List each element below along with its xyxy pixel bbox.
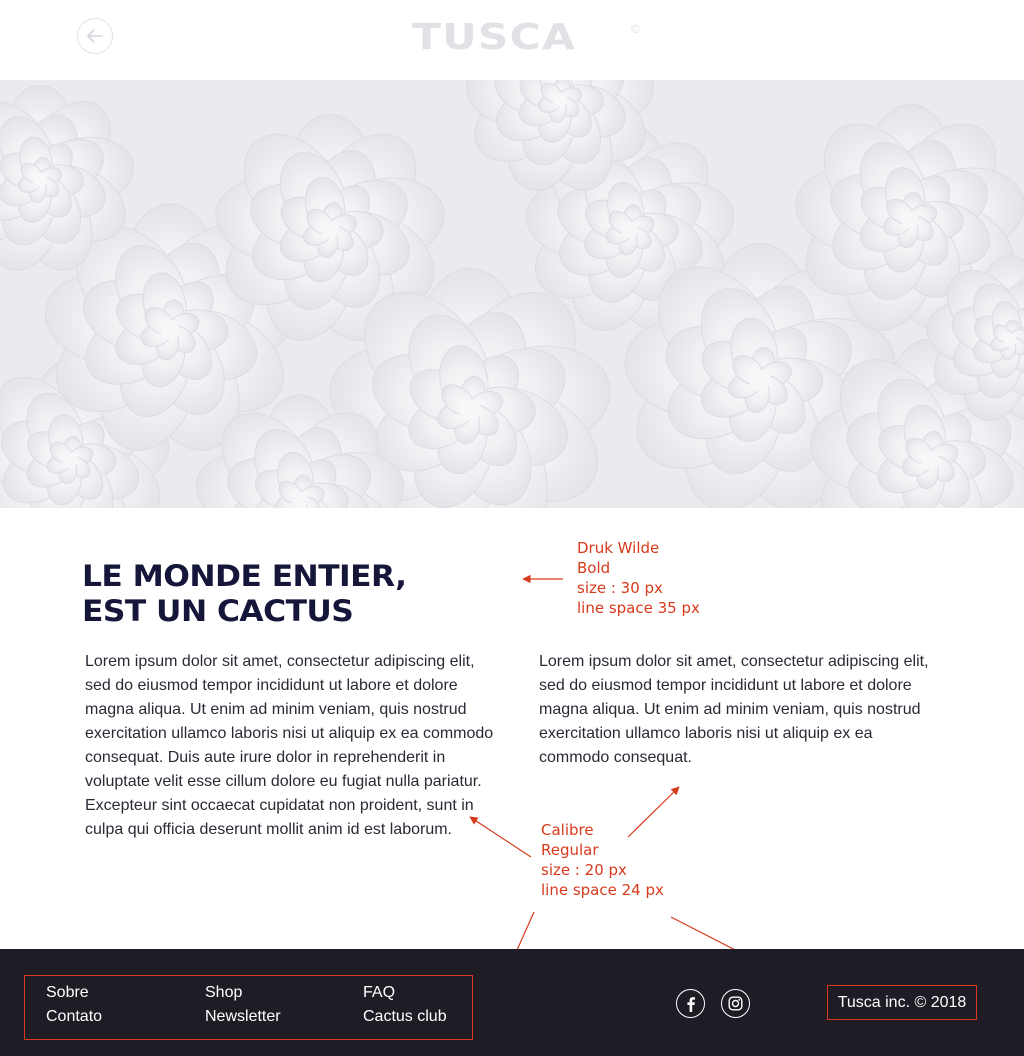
annotation-line: Bold [577, 559, 611, 577]
footer: Sobre Contato Shop Newsletter FAQ Cactus… [0, 949, 1024, 1056]
annotation-line: Regular [541, 841, 599, 859]
instagram-icon [728, 996, 743, 1011]
footer-link-shop[interactable]: Shop [205, 981, 242, 1005]
annotation-line: Druk Wilde [577, 539, 660, 557]
logo-copyright-mark: © [631, 22, 640, 36]
annotation-line: Calibre [541, 821, 594, 839]
body-font-annotation: Calibre Regular size : 20 px line space … [541, 820, 664, 900]
logo-text: TUSCA [412, 17, 577, 58]
succulent-plants-photo [0, 80, 1024, 508]
footer-link-faq[interactable]: FAQ [363, 981, 395, 1005]
footer-nav: Sobre Contato Shop Newsletter FAQ Cactus… [24, 975, 473, 1040]
copyright-notice: Tusca inc. © 2018 [827, 985, 977, 1020]
facebook-link[interactable] [676, 989, 705, 1018]
logo[interactable]: TUSCA © [412, 18, 640, 58]
annotation-line: line space 35 px [577, 599, 700, 617]
back-button[interactable] [77, 18, 113, 54]
instagram-link[interactable] [721, 989, 750, 1018]
page-headline: LE MONDE ENTIER, EST UN CACTUS [82, 559, 557, 629]
annotation-line: line space 24 px [541, 881, 664, 899]
headline-line-2: EST UN CACTUS [82, 594, 354, 628]
body-paragraph-right: Lorem ipsum dolor sit amet, consectetur … [539, 653, 929, 766]
headline-font-annotation: Druk Wilde Bold size : 30 px line space … [577, 538, 700, 618]
footer-link-contato[interactable]: Contato [46, 1005, 102, 1029]
facebook-icon [686, 996, 695, 1012]
arrow-left-icon [87, 29, 103, 43]
body-paragraph-left: Lorem ipsum dolor sit amet, consectetur … [85, 653, 494, 838]
annotation-line: size : 20 px [541, 861, 627, 879]
headline-line-1: LE MONDE ENTIER, [82, 559, 407, 593]
footer-link-newsletter[interactable]: Newsletter [205, 1005, 281, 1029]
footer-link-sobre[interactable]: Sobre [46, 981, 89, 1005]
header: TUSCA © [0, 0, 1024, 80]
hero-image [0, 80, 1024, 508]
annotation-line: size : 30 px [577, 579, 663, 597]
footer-link-cactus-club[interactable]: Cactus club [363, 1005, 447, 1029]
